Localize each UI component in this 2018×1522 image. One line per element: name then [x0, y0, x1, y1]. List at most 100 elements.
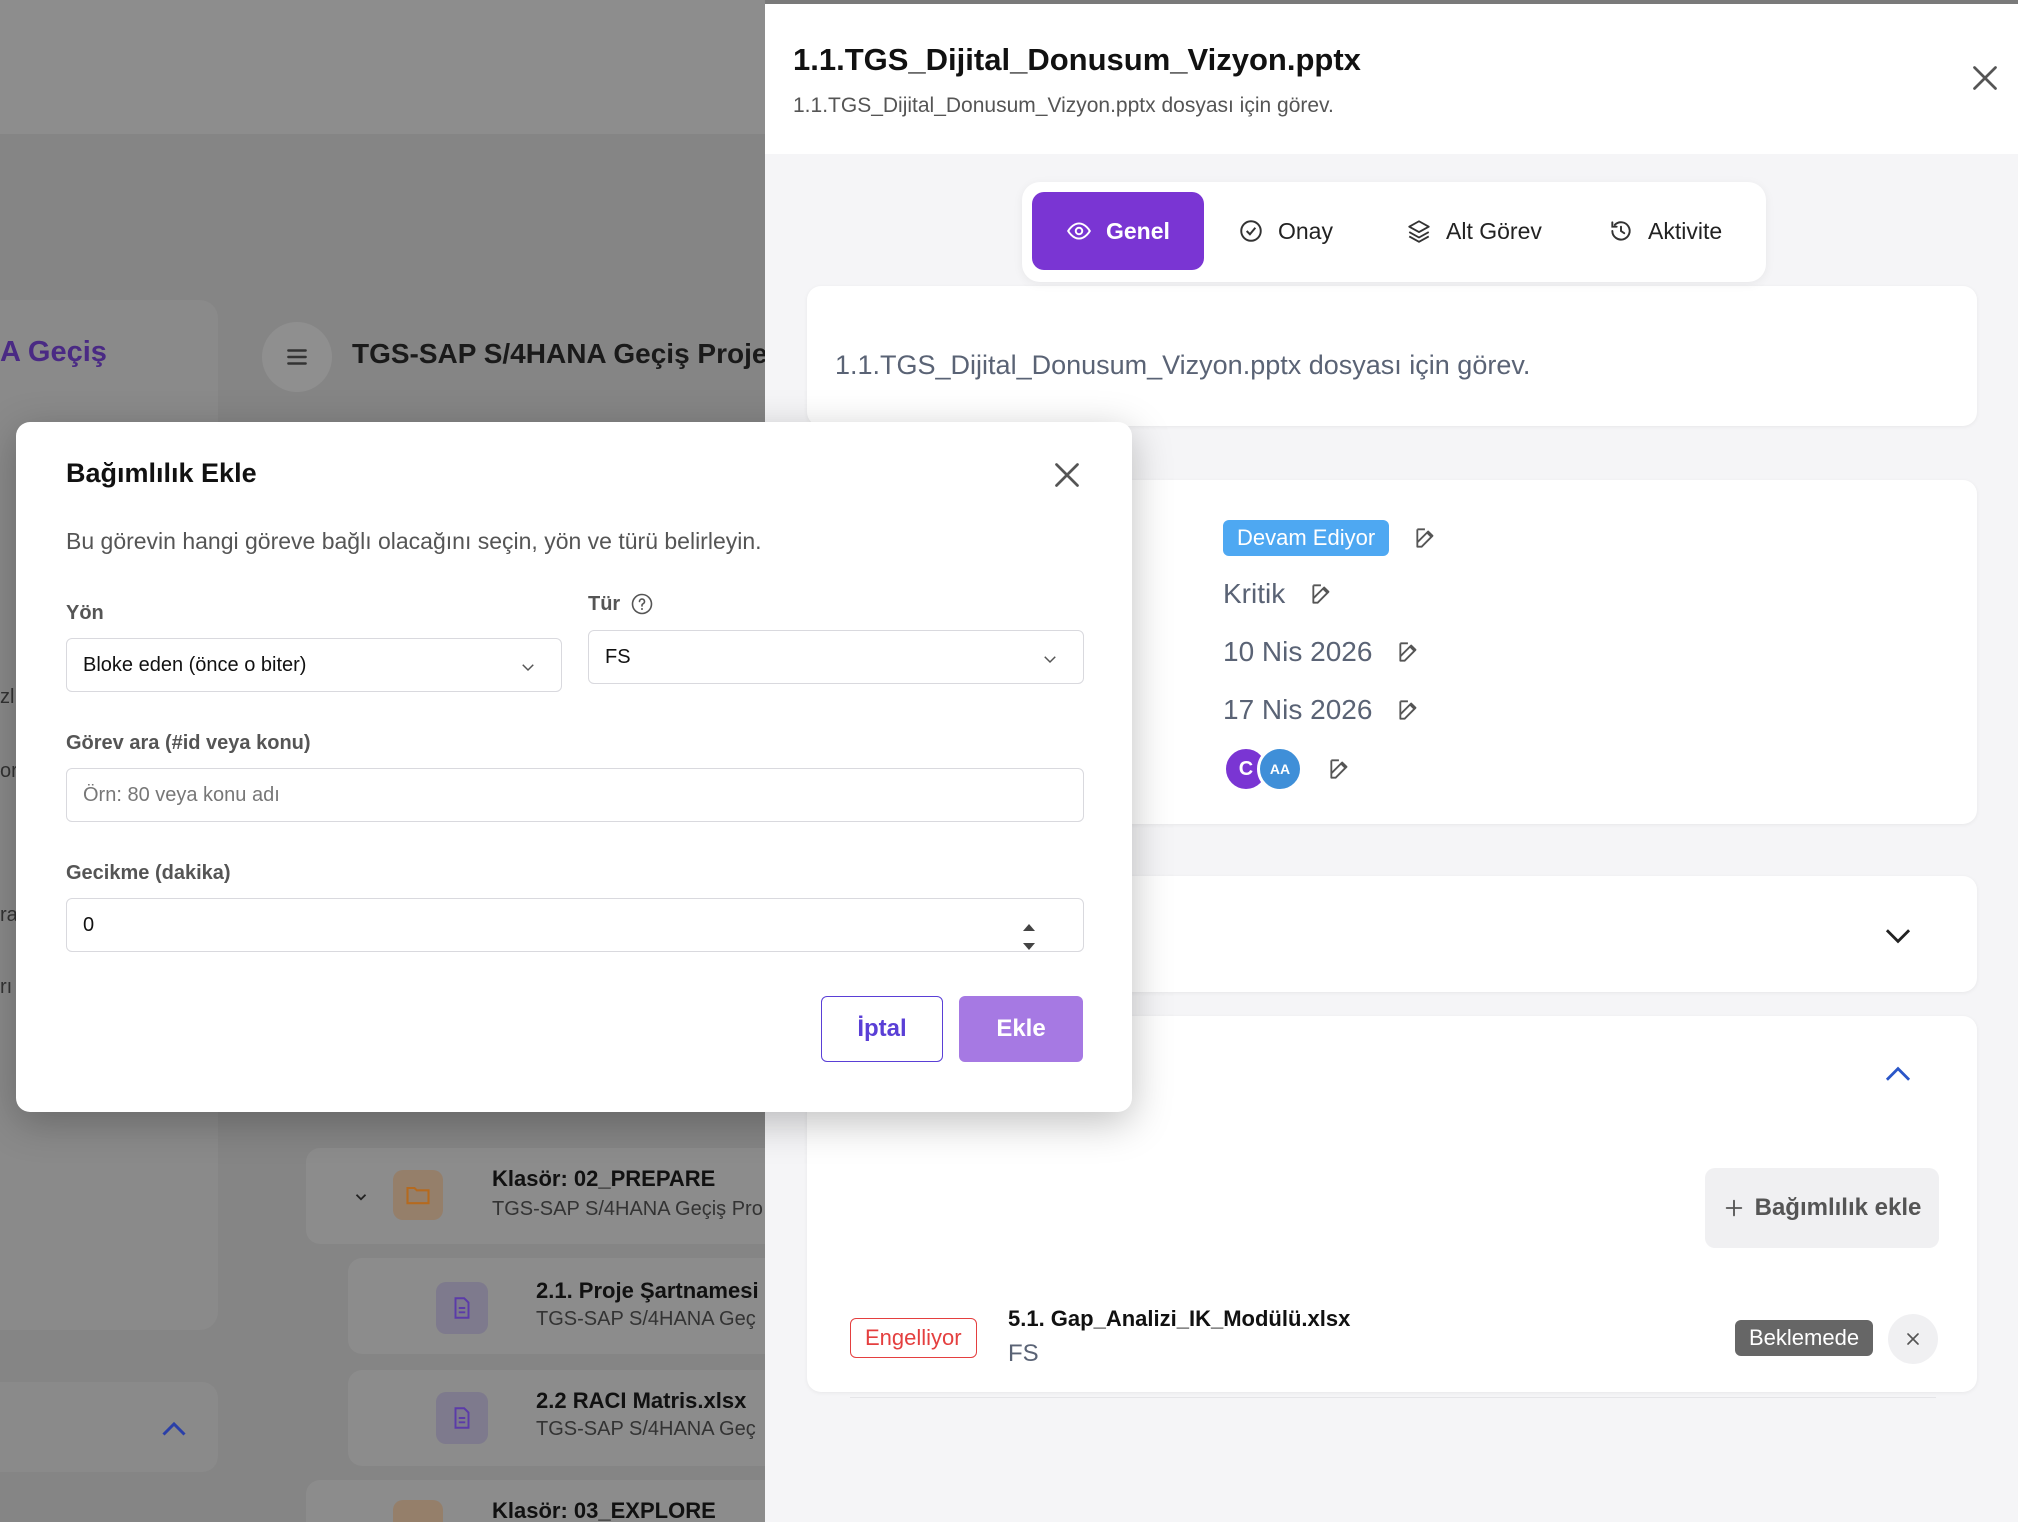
remove-dependency-button[interactable]	[1888, 1314, 1938, 1364]
layers-icon	[1408, 220, 1430, 243]
edit-start-date-button[interactable]	[1396, 639, 1422, 665]
dependency-row: Engelliyor 5.1. Gap_Analizi_IK_Modülü.xl…	[850, 1296, 1938, 1398]
menu-toggle-button[interactable]	[262, 322, 332, 392]
dependency-status-badge: Beklemede	[1735, 1320, 1874, 1356]
folder-title: Klasör: 03_EXPLORE	[492, 1498, 716, 1522]
edit-assignees-button[interactable]	[1327, 756, 1353, 782]
chevron-down-icon	[1044, 656, 1056, 664]
dependency-title[interactable]: 5.1. Gap_Analizi_IK_Modülü.xlsx	[1008, 1306, 1350, 1332]
folder-icon	[393, 1500, 443, 1522]
sidebar-text-fragment: zl	[0, 686, 15, 708]
hamburger-icon	[287, 349, 307, 365]
sidebar-title-fragment: A Geçiş	[0, 336, 107, 368]
file-subtitle: TGS-SAP S/4HANA Geç	[536, 1308, 756, 1330]
description-text: 1.1.TGS_Dijital_Donusum_Vizyon.pptx dosy…	[835, 350, 1531, 380]
document-icon	[436, 1282, 488, 1334]
modal-close-button[interactable]	[1046, 454, 1088, 496]
edit-status-button[interactable]	[1413, 525, 1439, 551]
direction-label-text: Yön	[66, 602, 104, 624]
edit-priority-button[interactable]	[1309, 581, 1335, 607]
add-dependency-modal: Bağımlılık Ekle Bu görevin hangi göreve …	[16, 422, 1132, 1112]
assignee-avatars: C AA	[1223, 746, 1303, 792]
direction-select[interactable]: Bloke eden (önce o biter)	[66, 638, 562, 692]
edit-icon	[1416, 528, 1434, 548]
edit-end-date-button[interactable]	[1396, 697, 1422, 723]
avatar[interactable]: AA	[1257, 746, 1303, 792]
drawer-title: 1.1.TGS_Dijital_Donusum_Vizyon.pptx	[793, 42, 1361, 77]
edit-icon	[1399, 642, 1417, 662]
close-icon	[1907, 1333, 1919, 1345]
tab-onay[interactable]: Onay	[1204, 192, 1367, 270]
check-circle-icon	[1240, 220, 1262, 242]
folder-row[interactable]	[306, 1148, 765, 1244]
tab-alt-gorev[interactable]: Alt Görev	[1372, 192, 1576, 270]
file-row[interactable]	[348, 1258, 765, 1354]
drawer-header: 1.1.TGS_Dijital_Donusum_Vizyon.pptx 1.1.…	[765, 4, 2018, 154]
stepper-down-icon[interactable]	[1022, 942, 1036, 952]
tab-genel[interactable]: Genel	[1032, 192, 1204, 270]
type-label: Tür	[588, 592, 654, 616]
chevron-up-icon[interactable]	[1879, 1056, 1917, 1094]
edit-icon	[1399, 700, 1417, 720]
edit-icon	[1330, 759, 1348, 779]
direction-label: Yön	[66, 602, 104, 625]
modal-description: Bu görevin hangi göreve bağlı olacağını …	[66, 528, 762, 554]
project-title: TGS-SAP S/4HANA Geçiş Proje	[352, 338, 765, 369]
end-date-value: 17 Nis 2026	[1223, 694, 1373, 725]
type-select[interactable]: FS	[588, 630, 1084, 684]
status-badge: Devam Ediyor	[1223, 520, 1390, 556]
relation-badge: Engelliyor	[850, 1318, 977, 1358]
drawer-close-button[interactable]	[1963, 56, 2007, 100]
drawer-tabs: Genel Onay Alt Görev Aktivite	[1022, 182, 1766, 282]
task-search-label: Görev ara (#id veya konu)	[66, 732, 311, 755]
delay-label: Gecikme (dakika)	[66, 862, 231, 885]
add-dependency-button[interactable]: Bağımlılık ekle	[1705, 1168, 1939, 1248]
background-collapse-card	[0, 1382, 218, 1472]
file-title: 2.2 RACI Matris.xlsx	[536, 1388, 747, 1413]
type-selected-value: FS	[605, 645, 631, 668]
sidebar-text-fragment: rı	[0, 976, 13, 998]
direction-selected-value: Bloke eden (önce o biter)	[83, 653, 307, 676]
start-date-row: 10 Nis 2026	[1223, 636, 1422, 668]
folder-subtitle: TGS-SAP S/4HANA Geçiş Pro	[492, 1198, 763, 1220]
plus-icon	[1725, 1199, 1742, 1217]
priority-row: Kritik	[1223, 578, 1335, 610]
folder-title: Klasör: 02_PREPARE	[492, 1166, 716, 1191]
close-icon	[1973, 66, 1997, 90]
priority-value: Kritik	[1223, 578, 1286, 609]
add-button[interactable]: Ekle	[959, 996, 1083, 1062]
chevron-down-icon[interactable]	[1879, 916, 1917, 954]
tab-aktivite[interactable]: Aktivite	[1574, 192, 1756, 270]
eye-icon	[1067, 222, 1091, 240]
task-search-label-text: Görev ara (#id veya konu)	[66, 732, 311, 754]
tab-label: Genel	[1106, 217, 1170, 244]
history-icon	[1611, 221, 1631, 241]
end-date-row: 17 Nis 2026	[1223, 694, 1422, 726]
file-subtitle: TGS-SAP S/4HANA Geç	[536, 1418, 756, 1440]
edit-icon	[1312, 584, 1330, 604]
chevron-up-icon[interactable]	[156, 1412, 192, 1448]
stepper-up-icon[interactable]	[1022, 922, 1036, 932]
document-icon	[436, 1392, 488, 1444]
dependency-type: FS	[1008, 1340, 1039, 1367]
start-date-value: 10 Nis 2026	[1223, 636, 1373, 667]
delay-input[interactable]	[66, 898, 1084, 952]
delay-stepper[interactable]	[1020, 922, 1038, 952]
tab-label: Aktivite	[1648, 217, 1723, 244]
tab-label: Onay	[1278, 217, 1333, 244]
task-search-input[interactable]	[66, 768, 1084, 822]
folder-icon	[393, 1170, 443, 1220]
tab-label: Alt Görev	[1446, 217, 1542, 244]
help-icon[interactable]	[630, 592, 654, 616]
modal-title: Bağımlılık Ekle	[66, 458, 257, 488]
delay-label-text: Gecikme (dakika)	[66, 862, 231, 884]
cancel-button[interactable]: İptal	[821, 996, 943, 1062]
chevron-down-icon	[522, 664, 534, 672]
description-card: 1.1.TGS_Dijital_Donusum_Vizyon.pptx dosy…	[807, 286, 1977, 426]
drawer-subtitle: 1.1.TGS_Dijital_Donusum_Vizyon.pptx dosy…	[793, 94, 1334, 117]
chevron-down-icon	[355, 1194, 367, 1201]
background-header	[0, 0, 765, 134]
close-icon	[1055, 463, 1079, 487]
type-label-text: Tür	[588, 592, 621, 615]
add-dependency-label: Bağımlılık ekle	[1754, 1194, 1922, 1221]
